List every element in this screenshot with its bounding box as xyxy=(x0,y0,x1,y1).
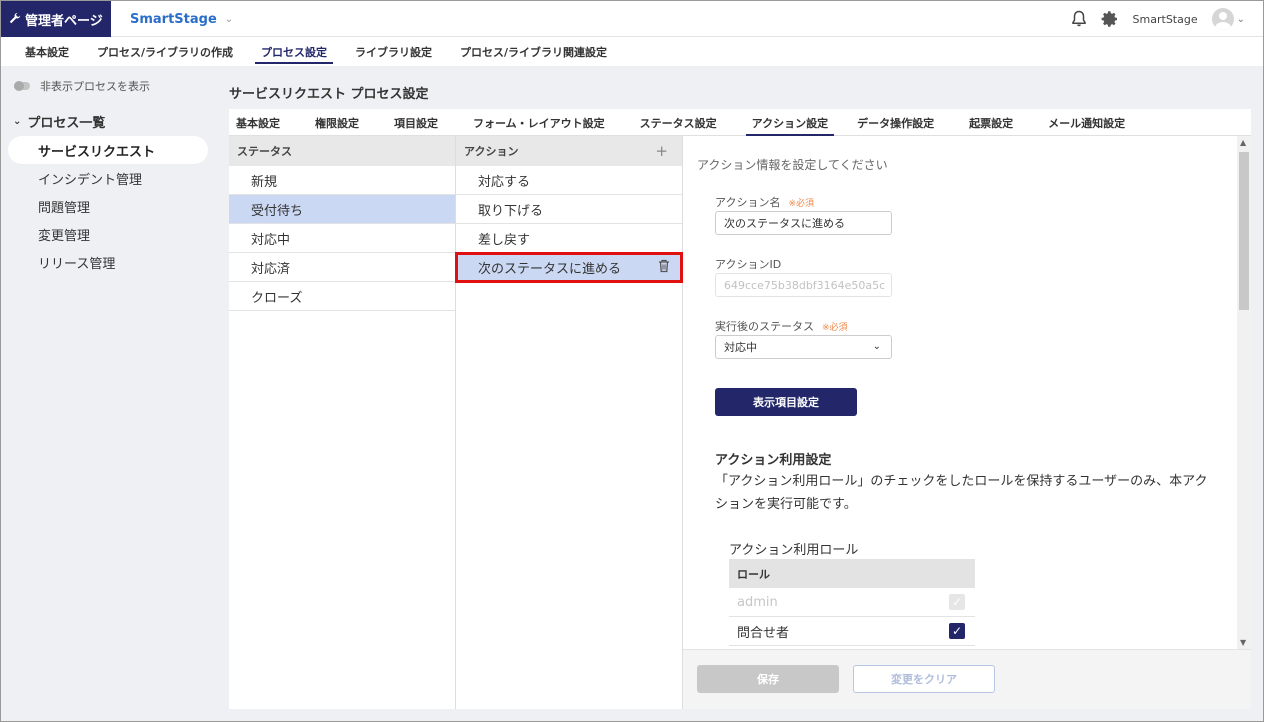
chevron-down-icon: ⌄ xyxy=(13,115,22,127)
gear-icon[interactable] xyxy=(1101,10,1119,28)
action-role-label: アクション利用ロール xyxy=(729,543,859,558)
action-detail: アクション情報を設定してください アクション名 ※必須 次のステータスに進める ア… xyxy=(683,136,1251,709)
subtab-fields[interactable]: 項目設定 xyxy=(394,109,438,136)
detail-intro: アクション情報を設定してください xyxy=(697,158,888,172)
display-items-settings-button[interactable]: 表示項目設定 xyxy=(715,388,857,416)
role-checkbox-inquirer[interactable]: ✓ xyxy=(949,623,965,639)
status-item-closed[interactable]: クローズ xyxy=(229,282,455,311)
main-tab-basic[interactable]: 基本設定 xyxy=(17,37,83,66)
avatar xyxy=(1211,8,1234,30)
role-name: 問合せ者 xyxy=(737,625,790,641)
status-item-new[interactable]: 新規 xyxy=(229,166,455,195)
subtab-status[interactable]: ステータス設定 xyxy=(640,109,717,136)
action-item-respond[interactable]: 対応する xyxy=(456,166,682,195)
subtab-mail-notification[interactable]: メール通知設定 xyxy=(1048,109,1125,136)
chevron-down-icon: ⌄ xyxy=(872,341,881,352)
status-item-in-progress[interactable]: 対応中 xyxy=(229,224,455,253)
app-window: 管理者ページ SmartStage ⌄ SmartStage ⌄ 基本設定 プロ… xyxy=(0,0,1264,722)
next-status-value: 対応中 xyxy=(724,341,757,354)
main-tab-related-settings[interactable]: プロセス/ライブラリ関連設定 xyxy=(446,37,621,66)
sidebar-item-release[interactable]: リリース管理 xyxy=(8,248,208,276)
action-column: アクション + 対応する 取り下げる 差し戻す 次のステータスに進める xyxy=(455,136,683,709)
action-id-label: アクションID xyxy=(715,258,782,271)
status-column: ステータス 新規 受付待ち 対応中 対応済 クローズ xyxy=(229,136,456,709)
top-bar: 管理者ページ SmartStage ⌄ SmartStage ⌄ xyxy=(1,1,1263,37)
hidden-process-toggle[interactable] xyxy=(14,81,30,91)
trash-icon[interactable] xyxy=(658,259,670,277)
toggle-label: 非表示プロセスを表示 xyxy=(40,80,150,93)
save-button[interactable]: 保存 xyxy=(697,665,839,693)
sidebar: 非表示プロセスを表示 ⌄ プロセス一覧 サービスリクエスト インシデント管理 問… xyxy=(1,66,215,721)
app-name: SmartStage xyxy=(130,11,217,27)
add-action-icon[interactable]: + xyxy=(655,142,668,160)
main-nav: 基本設定 プロセス/ライブラリの作成 プロセス設定 ライブラリ設定 プロセス/ラ… xyxy=(1,37,1263,66)
settings-panel: ステータス 新規 受付待ち 対応中 対応済 クローズ アクション + 対応する … xyxy=(229,136,1251,709)
action-item-next-status[interactable]: 次のステータスに進める xyxy=(455,252,683,283)
action-item-withdraw[interactable]: 取り下げる xyxy=(456,195,682,224)
settings-subtabs: 基本設定 権限設定 項目設定 フォーム・レイアウト設定 ステータス設定 アクショ… xyxy=(229,109,1251,136)
action-item-label: 次のステータスに進める xyxy=(478,261,622,277)
required-mark: ※必須 xyxy=(788,199,814,209)
detail-footer: 保存 変更をクリア xyxy=(683,649,1251,709)
process-list-title: プロセス一覧 xyxy=(27,115,106,131)
role-table-header: ロール xyxy=(729,559,975,588)
role-checkbox-admin: ✓ xyxy=(949,594,965,610)
main-tab-library-settings[interactable]: ライブラリ設定 xyxy=(341,37,446,66)
page-title: サービスリクエスト プロセス設定 xyxy=(229,87,429,102)
user-menu[interactable]: ⌄ xyxy=(1211,8,1245,30)
next-status-label-text: 実行後のステータス xyxy=(715,320,814,333)
next-status-label: 実行後のステータス ※必須 xyxy=(715,318,848,334)
process-list-header[interactable]: ⌄ プロセス一覧 xyxy=(1,106,215,136)
sidebar-item-service-request[interactable]: サービスリクエスト xyxy=(8,136,208,164)
main-tab-process-settings[interactable]: プロセス設定 xyxy=(247,37,341,66)
next-status-select[interactable]: 対応中 ⌄ xyxy=(715,335,892,359)
action-id-input: 649cce75b38dbf3164e50a5c xyxy=(715,273,892,297)
role-row-inquirer: 問合せ者 ✓ xyxy=(729,617,975,646)
subtab-permission[interactable]: 権限設定 xyxy=(315,109,359,136)
sidebar-item-change[interactable]: 変更管理 xyxy=(8,220,208,248)
scroll-up-icon[interactable]: ▲ xyxy=(1240,138,1246,147)
action-name-label: アクション名 ※必須 xyxy=(715,194,814,210)
wrench-icon xyxy=(9,12,21,27)
scroll-down-icon[interactable]: ▼ xyxy=(1240,638,1246,647)
role-table: ロール admin ✓ 問合せ者 ✓ xyxy=(729,559,975,646)
subtab-form-layout[interactable]: フォーム・レイアウト設定 xyxy=(473,109,605,136)
status-item-done[interactable]: 対応済 xyxy=(229,253,455,282)
action-item-send-back[interactable]: 差し戻す xyxy=(456,224,682,253)
sidebar-item-problem[interactable]: 問題管理 xyxy=(8,192,208,220)
action-column-header: アクション + xyxy=(456,136,682,166)
main-tab-create[interactable]: プロセス/ライブラリの作成 xyxy=(83,37,247,66)
role-name: admin xyxy=(737,594,778,610)
action-usage-section-title: アクション利用設定 xyxy=(715,453,832,468)
chevron-down-icon: ⌄ xyxy=(224,13,234,25)
detail-scrollbar[interactable]: ▲ ▼ xyxy=(1237,136,1251,649)
scroll-thumb[interactable] xyxy=(1239,152,1249,310)
action-column-title: アクション xyxy=(464,145,519,158)
clear-changes-button[interactable]: 変更をクリア xyxy=(853,665,995,693)
chevron-down-icon: ⌄ xyxy=(1236,13,1245,25)
status-column-header: ステータス xyxy=(229,136,455,166)
required-mark: ※必須 xyxy=(822,323,848,333)
hidden-process-toggle-row: 非表示プロセスを表示 xyxy=(1,66,215,106)
status-item-awaiting[interactable]: 受付待ち xyxy=(229,195,455,224)
main-content: サービスリクエスト プロセス設定 基本設定 権限設定 項目設定 フォーム・レイア… xyxy=(215,66,1263,721)
bell-icon[interactable] xyxy=(1071,10,1087,28)
admin-page-label: 管理者ページ xyxy=(25,13,103,29)
admin-page-badge[interactable]: 管理者ページ xyxy=(1,1,111,37)
action-usage-description: 「アクション利用ロール」のチェックをしたロールを保持するユーザーのみ、本アクショ… xyxy=(715,474,1208,512)
subtab-basic[interactable]: 基本設定 xyxy=(236,109,280,136)
user-name[interactable]: SmartStage xyxy=(1133,13,1198,26)
action-name-input[interactable]: 次のステータスに進める xyxy=(715,211,892,235)
subtab-data-operation[interactable]: データ操作設定 xyxy=(857,109,934,136)
sidebar-item-incident[interactable]: インシデント管理 xyxy=(8,164,208,192)
subtab-ticketing[interactable]: 起票設定 xyxy=(969,109,1013,136)
role-row-admin: admin ✓ xyxy=(729,588,975,617)
app-switcher[interactable]: SmartStage ⌄ xyxy=(130,1,233,37)
subtab-action[interactable]: アクション設定 xyxy=(745,109,835,136)
top-right-tools: SmartStage ⌄ xyxy=(1071,1,1245,37)
action-detail-scroll-area: アクション情報を設定してください アクション名 ※必須 次のステータスに進める ア… xyxy=(683,136,1251,649)
action-name-label-text: アクション名 xyxy=(715,196,781,209)
